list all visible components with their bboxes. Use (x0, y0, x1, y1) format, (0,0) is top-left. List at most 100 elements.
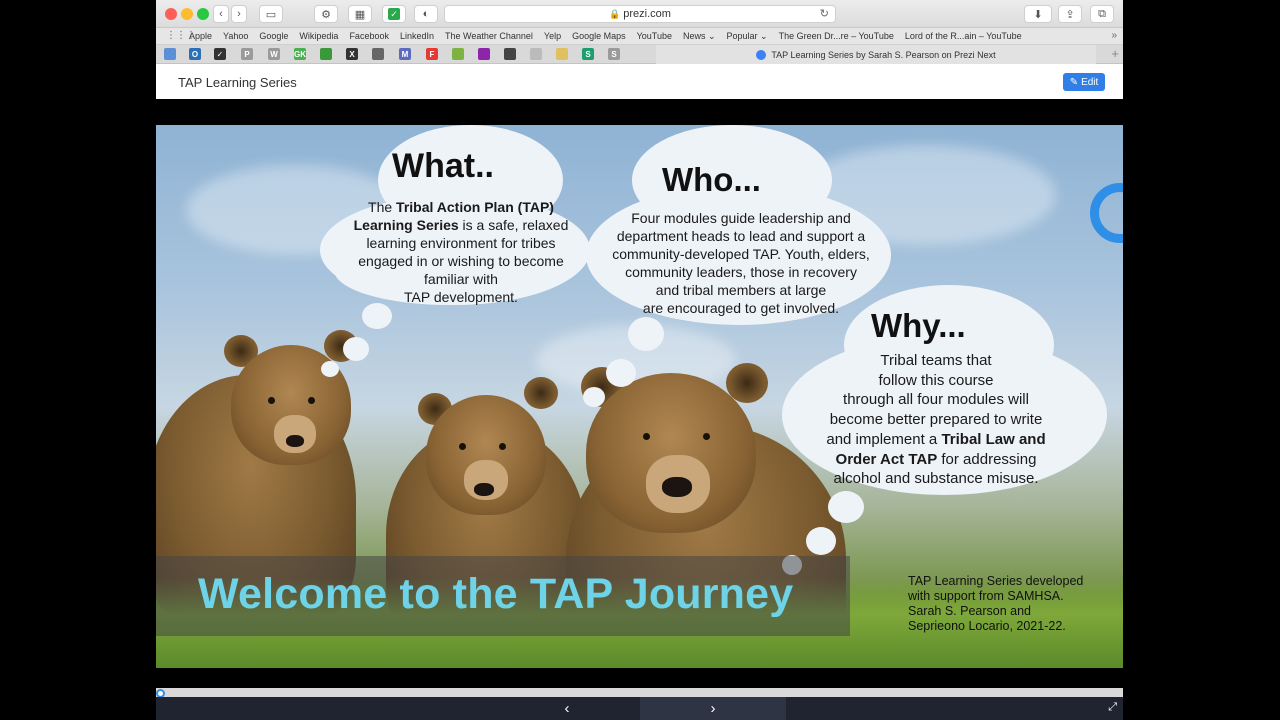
pinned-tab-favicon-icon[interactable]: GK (294, 48, 306, 60)
bookmark-item[interactable]: News ⌄ (683, 31, 716, 42)
pinned-tab-favicon-icon[interactable] (556, 48, 568, 60)
bookmark-item[interactable]: Google (259, 31, 288, 42)
presentation-title: TAP Learning Series (178, 75, 297, 90)
bookmark-item[interactable]: Apple (189, 31, 212, 42)
welcome-title: Welcome to the TAP Journey (198, 570, 794, 618)
pinned-tab-favicon-icon[interactable] (372, 48, 384, 60)
presentation-slide[interactable]: What.. The Tribal Action Plan (TAP) Learn… (156, 125, 1123, 668)
bear-ear (524, 377, 558, 409)
chevron-right-icon: › (237, 8, 241, 20)
more-bookmarks-icon[interactable]: » (1111, 30, 1117, 41)
contrast-extension-button[interactable]: ◐ (414, 5, 438, 23)
thought-bubble (343, 337, 369, 361)
check-icon: ✓ (388, 8, 400, 20)
pinned-tab-favicon-icon[interactable] (320, 48, 332, 60)
bookmarks-bar: ⋮⋮⋮ Apple Yahoo Google Wikipedia Facebook Lin… (156, 28, 1123, 45)
zoom-window-button[interactable] (197, 8, 209, 20)
what-bold-text: Tribal Action Plan (TAP) (396, 199, 554, 215)
why-text: for addressing (937, 450, 1037, 468)
thought-bubble (606, 359, 636, 387)
pinned-tab-favicon-icon[interactable]: S (582, 48, 594, 60)
pinned-tab-favicon-icon[interactable]: F (426, 48, 438, 60)
checkmark-extension-button[interactable]: ✓ (382, 5, 406, 23)
bookmark-item[interactable]: Google Maps (572, 31, 626, 42)
tabs-icon: ⧉ (1098, 7, 1106, 20)
pinned-tab-favicon-icon[interactable] (452, 48, 464, 60)
address-bar[interactable]: 🔒 prezi.com ↻ (444, 5, 836, 23)
tabs-overview-button[interactable]: ⧉ (1090, 5, 1114, 23)
chevron-right-icon: › (710, 700, 716, 717)
contrast-icon: ◐ (422, 8, 430, 20)
pinned-tab-favicon-icon[interactable]: X (346, 48, 358, 60)
pinned-tab-favicon-icon[interactable] (478, 48, 490, 60)
bookmark-item[interactable]: The Weather Channel (445, 31, 533, 42)
bookmark-item[interactable]: LinkedIn (400, 31, 434, 42)
bookmark-item[interactable]: Facebook (349, 31, 389, 42)
pinned-tab-favicon-icon[interactable]: M (399, 48, 411, 60)
thought-bubble (362, 303, 392, 329)
what-line: Learning Series is a safe, relaxed (322, 216, 600, 234)
sidebar-button[interactable]: ▭ (259, 5, 283, 23)
forward-button[interactable]: › (231, 5, 247, 23)
credit-line: TAP Learning Series developed (908, 574, 1084, 588)
prezi-favicon-icon (756, 49, 767, 60)
edit-button[interactable]: ✎ Edit (1063, 73, 1105, 91)
credit-text: TAP Learning Series developed with suppor… (908, 574, 1108, 634)
pencil-icon: ✎ (1069, 76, 1079, 88)
chevron-left-icon: ‹ (219, 8, 223, 20)
download-icon: ⬇ (1033, 8, 1043, 21)
pinned-tab-favicon-icon[interactable]: W (268, 48, 280, 60)
why-bold-text: Tribal Law and (941, 430, 1046, 448)
bookmark-item[interactable]: Yahoo (223, 31, 248, 42)
new-tab-icon[interactable]: + (1111, 46, 1119, 61)
active-tab[interactable]: TAP Learning Series by Sarah S. Pearson … (656, 45, 1096, 64)
progress-bar[interactable] (156, 688, 1123, 698)
why-text: Tribal teams that (880, 352, 992, 369)
why-line: and implement a Tribal Law and (786, 430, 1086, 450)
thought-bubble (321, 361, 339, 377)
share-button[interactable]: ⇪ (1058, 5, 1082, 23)
what-text: engaged in or wishing to become (358, 253, 564, 269)
bookmark-item[interactable]: Lord of the R...ain – YouTube (905, 31, 1022, 42)
lock-icon: 🔒 (609, 8, 621, 19)
previous-slide-button[interactable]: ‹ (494, 697, 640, 720)
bear-eye (268, 397, 275, 404)
downloads-button[interactable]: ⬇ (1024, 5, 1052, 23)
why-text: alcohol and substance misuse. (833, 470, 1039, 488)
why-line: through all four modules will (786, 390, 1086, 410)
back-button[interactable]: ‹ (213, 5, 229, 23)
bookmark-item[interactable]: Yelp (544, 31, 561, 42)
pinned-tab-favicon-icon[interactable] (530, 48, 542, 60)
pinned-tab-favicon-icon[interactable]: ✓ (214, 48, 226, 60)
next-topic-ring[interactable] (1090, 183, 1123, 243)
pinned-tab-favicon-icon[interactable]: O (189, 48, 201, 60)
fullscreen-button[interactable]: ⤢ (1108, 701, 1117, 714)
bookmark-item[interactable]: The Green Dr...re – YouTube (779, 31, 894, 42)
grid-extension-button[interactable]: ▦ (348, 5, 372, 23)
what-text: learning environment for tribes (366, 235, 556, 251)
presentation-nav-bar: ‹ › ⤢ (156, 697, 1123, 720)
slide-top-margin (156, 99, 1123, 125)
bear-nose (474, 483, 494, 496)
reload-icon[interactable]: ↻ (820, 7, 829, 20)
bookmark-item[interactable]: Popular ⌄ (727, 31, 768, 42)
what-text: TAP development. (404, 289, 518, 305)
who-line: community-developed TAP. Youth, elders, (612, 246, 870, 262)
pinned-tab-favicon-icon[interactable]: S (608, 48, 620, 60)
settings-extension-button[interactable]: ⚙ (314, 5, 338, 23)
thought-bubble (806, 527, 836, 555)
who-line: and tribal members at large (655, 282, 827, 298)
bear-snout (274, 415, 316, 453)
what-line: engaged in or wishing to become (322, 252, 600, 270)
pinned-tab-favicon-icon[interactable] (504, 48, 516, 60)
bookmark-item[interactable]: YouTube (637, 31, 672, 42)
minimize-window-button[interactable] (181, 8, 193, 20)
pinned-tab-favicon-icon[interactable]: P (241, 48, 253, 60)
bookmark-item[interactable]: Wikipedia (299, 31, 338, 42)
who-line: community leaders, those in recovery (625, 264, 857, 280)
bear-eye (643, 433, 650, 440)
what-line: The Tribal Action Plan (TAP) (322, 198, 600, 216)
pinned-tab-favicon-icon[interactable] (164, 48, 176, 60)
close-window-button[interactable] (165, 8, 177, 20)
next-slide-button[interactable]: › (640, 697, 786, 720)
